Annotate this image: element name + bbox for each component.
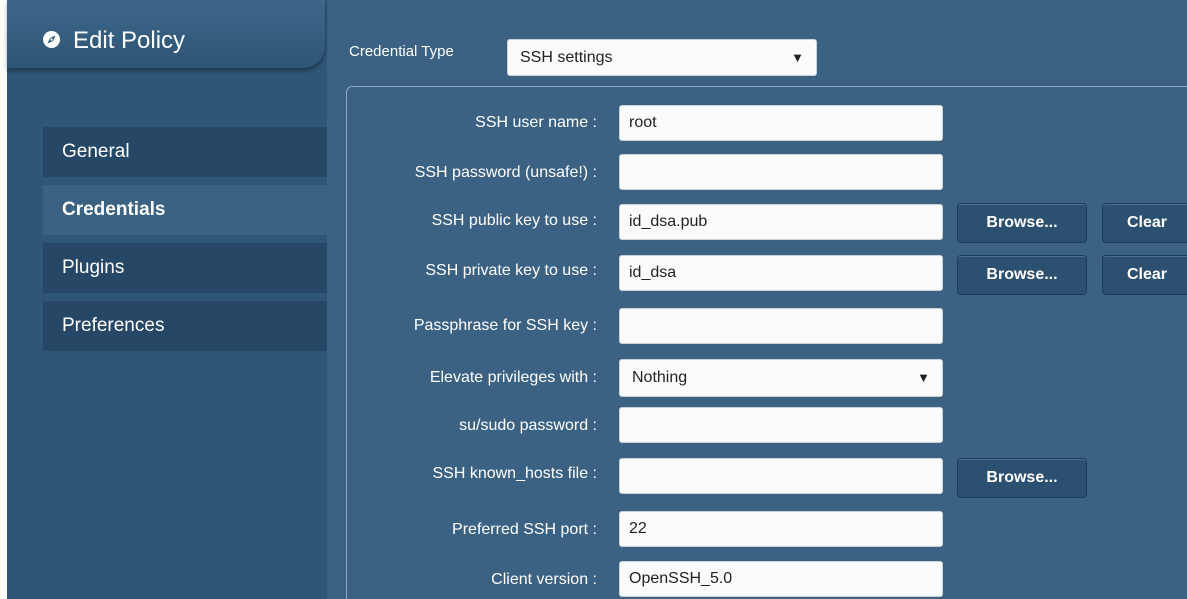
passphrase-label: Passphrase for SSH key : xyxy=(413,317,597,334)
credential-type-value: SSH settings xyxy=(520,49,613,66)
passphrase-input[interactable] xyxy=(619,308,943,344)
sidebar-item-label: General xyxy=(62,141,130,162)
chevron-down-icon: ▼ xyxy=(791,50,804,65)
private-key-input[interactable]: id_dsa xyxy=(619,255,943,291)
su-password-label: su/sudo password : xyxy=(459,417,597,434)
ssh-user-input[interactable]: root xyxy=(619,105,943,141)
credential-type-label: Credential Type xyxy=(349,43,454,60)
sidebar xyxy=(7,0,327,599)
sidebar-item-label: Preferences xyxy=(62,315,165,336)
sidebar-item-preferences[interactable]: Preferences xyxy=(43,301,327,351)
compass-icon xyxy=(43,31,60,48)
ssh-password-label: SSH password (unsafe!) : xyxy=(414,164,597,181)
public-key-input[interactable]: id_dsa.pub xyxy=(619,204,943,240)
credential-type-select[interactable]: SSH settings ▼ xyxy=(507,39,817,76)
private-key-label: SSH private key to use : xyxy=(425,262,597,279)
ssh-password-input[interactable] xyxy=(619,154,943,190)
page-title: Edit Policy xyxy=(73,27,186,54)
chevron-down-icon: ▼ xyxy=(917,370,930,385)
sidebar-item-general[interactable]: General xyxy=(43,127,327,177)
port-label: Preferred SSH port : xyxy=(452,521,597,538)
sidebar-item-credentials[interactable]: Credentials xyxy=(43,185,341,235)
elevate-privileges-value: Nothing xyxy=(632,369,688,386)
su-password-input[interactable] xyxy=(619,407,943,443)
private-key-browse-button[interactable]: Browse... xyxy=(957,255,1087,295)
known-hosts-label: SSH known_hosts file : xyxy=(432,465,597,482)
public-key-clear-button[interactable]: Clear xyxy=(1102,203,1187,243)
sidebar-item-plugins[interactable]: Plugins xyxy=(43,243,327,293)
ssh-user-label: SSH user name : xyxy=(475,114,597,131)
client-version-label: Client version : xyxy=(491,571,597,588)
private-key-clear-button[interactable]: Clear xyxy=(1102,255,1187,295)
known-hosts-browse-button[interactable]: Browse... xyxy=(957,458,1087,498)
port-input[interactable]: 22 xyxy=(619,511,943,547)
public-key-browse-button[interactable]: Browse... xyxy=(957,203,1087,243)
client-version-input[interactable]: OpenSSH_5.0 xyxy=(619,561,943,597)
elevate-privileges-select[interactable]: Nothing ▼ xyxy=(619,359,943,397)
sidebar-item-label: Plugins xyxy=(62,257,125,278)
title-bar: Edit Policy xyxy=(7,0,325,68)
sidebar-item-label: Credentials xyxy=(62,199,166,220)
public-key-label: SSH public key to use : xyxy=(431,212,597,229)
elevate-label: Elevate privileges with : xyxy=(429,369,597,386)
known-hosts-input[interactable] xyxy=(619,458,943,494)
